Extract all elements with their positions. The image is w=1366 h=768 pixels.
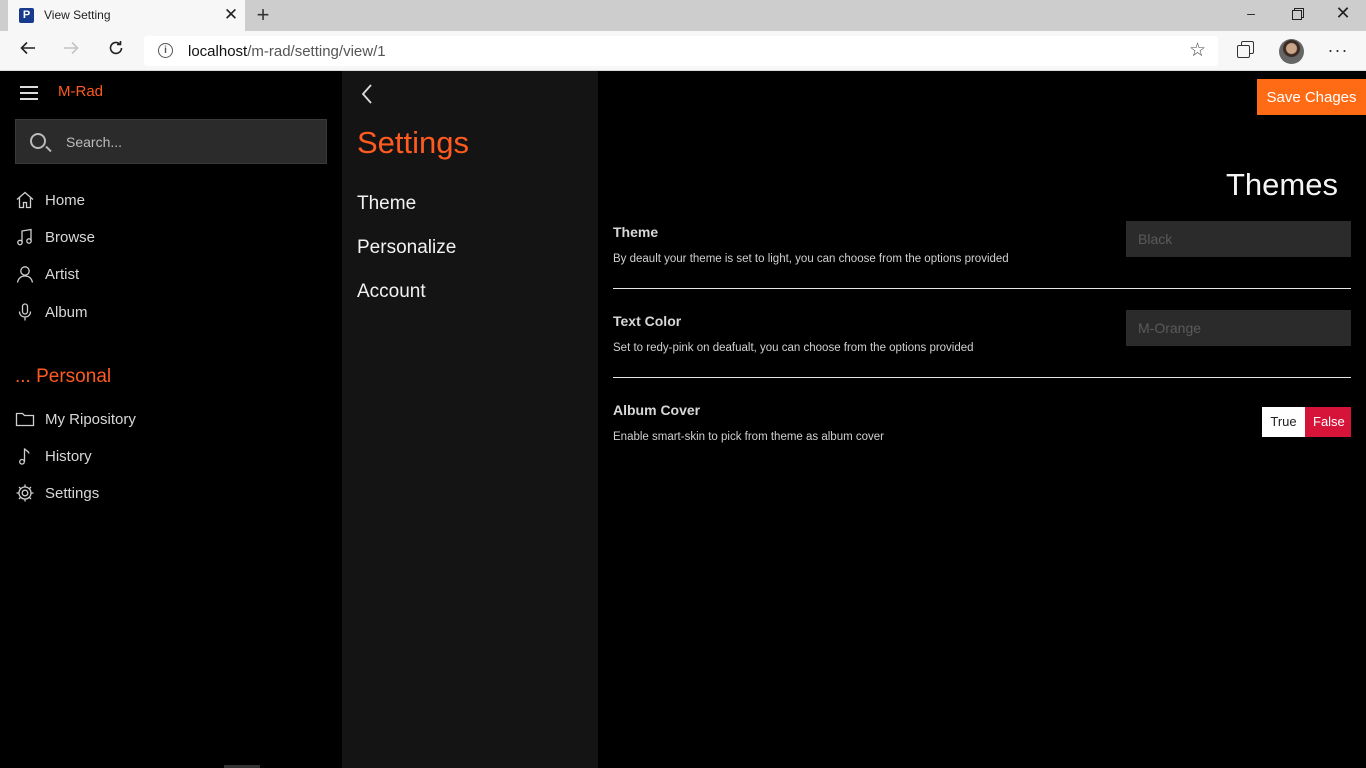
toggle-false-option[interactable]: False (1305, 407, 1351, 437)
app: M-Rad Home Browse Artist (0, 71, 1366, 768)
sidebar-item-browse[interactable]: Browse (15, 225, 95, 249)
site-info-icon[interactable]: i (158, 43, 173, 58)
new-tab-icon[interactable]: + (252, 4, 274, 26)
album-cover-toggle: True False (1262, 407, 1351, 437)
brand-name[interactable]: M-Rad (58, 83, 103, 100)
gear-icon (15, 483, 35, 503)
sidebar-item-label: Album (45, 303, 88, 321)
url-path: /m-rad/setting/view/1 (247, 43, 386, 60)
setting-description: Enable smart-skin to pick from theme as … (613, 431, 884, 443)
profile-avatar[interactable] (1279, 39, 1304, 64)
chevron-left-icon[interactable] (358, 82, 378, 106)
url-field[interactable]: i localhost/m-rad/setting/view/1 ☆ (144, 36, 1218, 66)
theme-select[interactable]: Black (1126, 221, 1351, 257)
panel-link-personalize[interactable]: Personalize (357, 237, 456, 259)
section-title-personal: ... Personal (15, 366, 112, 387)
page-title: Themes (1226, 167, 1338, 202)
search-input[interactable] (66, 132, 316, 152)
panel-link-theme[interactable]: Theme (357, 193, 416, 215)
panel-link-account[interactable]: Account (357, 281, 426, 303)
back-arrow-icon[interactable] (15, 38, 41, 64)
sidebar: M-Rad Home Browse Artist (0, 71, 342, 768)
tab-close-icon[interactable]: ✕ (222, 5, 240, 25)
toggle-true-option[interactable]: True (1262, 407, 1305, 437)
home-icon (15, 190, 35, 210)
sidebar-item-label: Home (45, 191, 86, 209)
favorite-star-icon[interactable]: ☆ (1189, 39, 1206, 62)
browser-tab[interactable]: P View Setting ✕ (8, 0, 245, 31)
divider (613, 377, 1351, 378)
main-content: Save Chages Themes Theme By deault your … (598, 71, 1366, 768)
sidebar-item-label: Settings (45, 484, 100, 502)
tab-title: View Setting (44, 8, 111, 22)
window-close-icon[interactable]: ✕ (1320, 0, 1366, 31)
person-icon (15, 264, 35, 284)
favicon-icon: P (19, 8, 34, 23)
collections-icon[interactable] (1237, 41, 1255, 59)
setting-description: By deault your theme is set to light, yo… (613, 253, 1009, 265)
restore-icon[interactable] (1274, 0, 1320, 31)
sidebar-item-album[interactable]: Album (15, 300, 88, 324)
search-box[interactable] (15, 119, 327, 164)
sidebar-item-home[interactable]: Home (15, 188, 85, 212)
sidebar-item-my-ripository[interactable]: My Ripository (15, 407, 136, 431)
microphone-icon (15, 302, 35, 322)
search-icon (30, 133, 46, 149)
settings-panel: Settings Theme Personalize Account (342, 71, 598, 768)
setting-name: Album Cover (613, 402, 701, 418)
forward-arrow-icon[interactable] (58, 38, 84, 64)
sidebar-item-label: History (45, 447, 92, 465)
panel-title: Settings (357, 125, 470, 160)
url-text: localhost/m-rad/setting/view/1 (188, 43, 386, 60)
setting-name: Theme (613, 224, 659, 240)
more-options-icon[interactable]: ··· (1327, 38, 1349, 64)
address-bar: i localhost/m-rad/setting/view/1 ☆ ··· (0, 31, 1366, 71)
reload-icon[interactable] (103, 38, 129, 64)
single-note-icon (15, 446, 35, 466)
sidebar-item-history[interactable]: History (15, 444, 92, 468)
sidebar-item-artist[interactable]: Artist (15, 262, 79, 286)
music-note-icon (15, 227, 35, 247)
sidebar-item-settings[interactable]: Settings (15, 481, 99, 505)
text-color-select[interactable]: M-Orange (1126, 310, 1351, 346)
sidebar-item-label: Browse (45, 228, 96, 246)
setting-name: Text Color (613, 313, 682, 329)
hamburger-menu-icon[interactable] (20, 86, 38, 100)
sidebar-item-label: Artist (45, 265, 80, 283)
save-changes-button[interactable]: Save Chages (1257, 79, 1366, 115)
folder-icon (15, 409, 35, 429)
browser-tab-bar: P View Setting ✕ + – ✕ (0, 0, 1366, 31)
url-host: localhost (188, 43, 248, 60)
minimize-icon[interactable]: – (1228, 0, 1274, 31)
divider (613, 288, 1351, 289)
setting-description: Set to redy-pink on deafualt, you can ch… (613, 342, 974, 354)
sidebar-item-label: My Ripository (45, 410, 136, 428)
